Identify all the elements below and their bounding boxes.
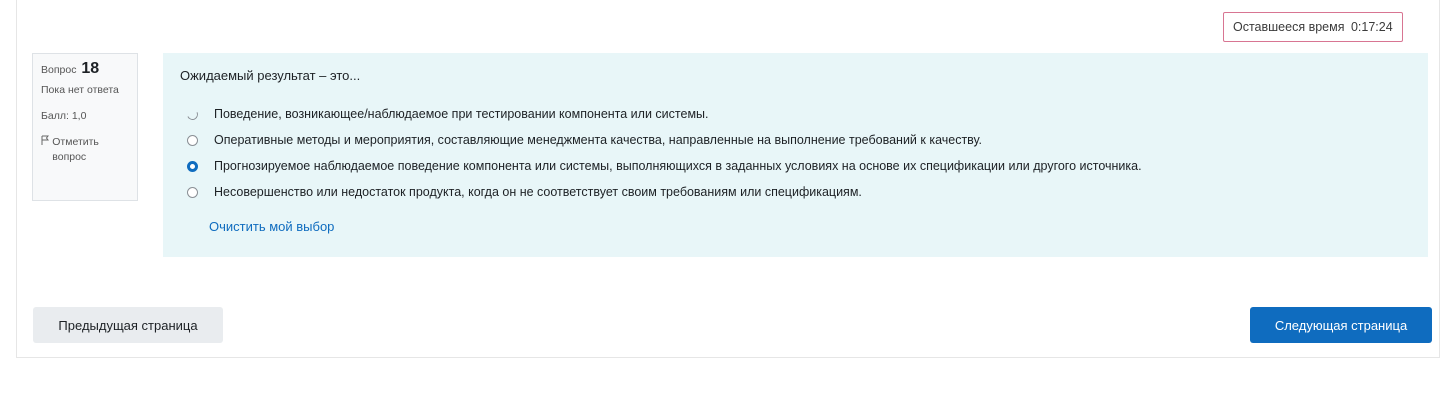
timer-label: Оставшееся время <box>1233 20 1345 34</box>
answer-option-label: Поведение, возникающее/наблюдаемое при т… <box>214 107 709 121</box>
question-number-label: Вопрос <box>41 64 77 76</box>
answer-option-label: Несовершенство или недостаток продукта, … <box>214 185 862 199</box>
timer-value: 0:17:24 <box>1350 20 1393 34</box>
quiz-timer: Оставшееся время 0:17:24 <box>1223 12 1403 42</box>
answer-option-1[interactable]: Поведение, возникающее/наблюдаемое при т… <box>185 105 709 123</box>
question-number: 18 <box>81 60 100 77</box>
flag-icon <box>41 135 49 150</box>
question-text: Ожидаемый результат – это... <box>180 68 361 83</box>
question-number-line: Вопрос 18 <box>41 61 129 78</box>
answer-option-label: Оперативные методы и мероприятия, состав… <box>214 133 983 147</box>
answer-option-label: Прогнозируемое наблюдаемое поведение ком… <box>214 159 1142 173</box>
radio-icon[interactable] <box>187 134 198 146</box>
next-page-button[interactable]: Следующая страница <box>1250 307 1432 343</box>
question-content: Ожидаемый результат – это... Поведение, … <box>163 53 1428 257</box>
clear-choice-link[interactable]: Очистить мой выбор <box>209 219 334 234</box>
question-info-panel: Вопрос 18 Пока нет ответа Балл: 1,0 Отме… <box>32 53 138 201</box>
answer-option-4[interactable]: Несовершенство или недостаток продукта, … <box>187 183 862 201</box>
radio-icon[interactable] <box>185 106 200 122</box>
flag-question-toggle[interactable]: Отметить вопрос <box>41 135 129 165</box>
question-grade: Балл: 1,0 <box>41 110 87 122</box>
answer-option-2[interactable]: Оперативные методы и мероприятия, состав… <box>187 131 982 149</box>
radio-selected-icon[interactable] <box>187 160 198 172</box>
flag-question-label: Отметить вопрос <box>52 136 99 163</box>
question-state: Пока нет ответа <box>41 84 119 96</box>
radio-icon[interactable] <box>187 186 198 198</box>
answer-option-3[interactable]: Прогнозируемое наблюдаемое поведение ком… <box>187 157 1142 175</box>
previous-page-button[interactable]: Предыдущая страница <box>33 307 223 343</box>
